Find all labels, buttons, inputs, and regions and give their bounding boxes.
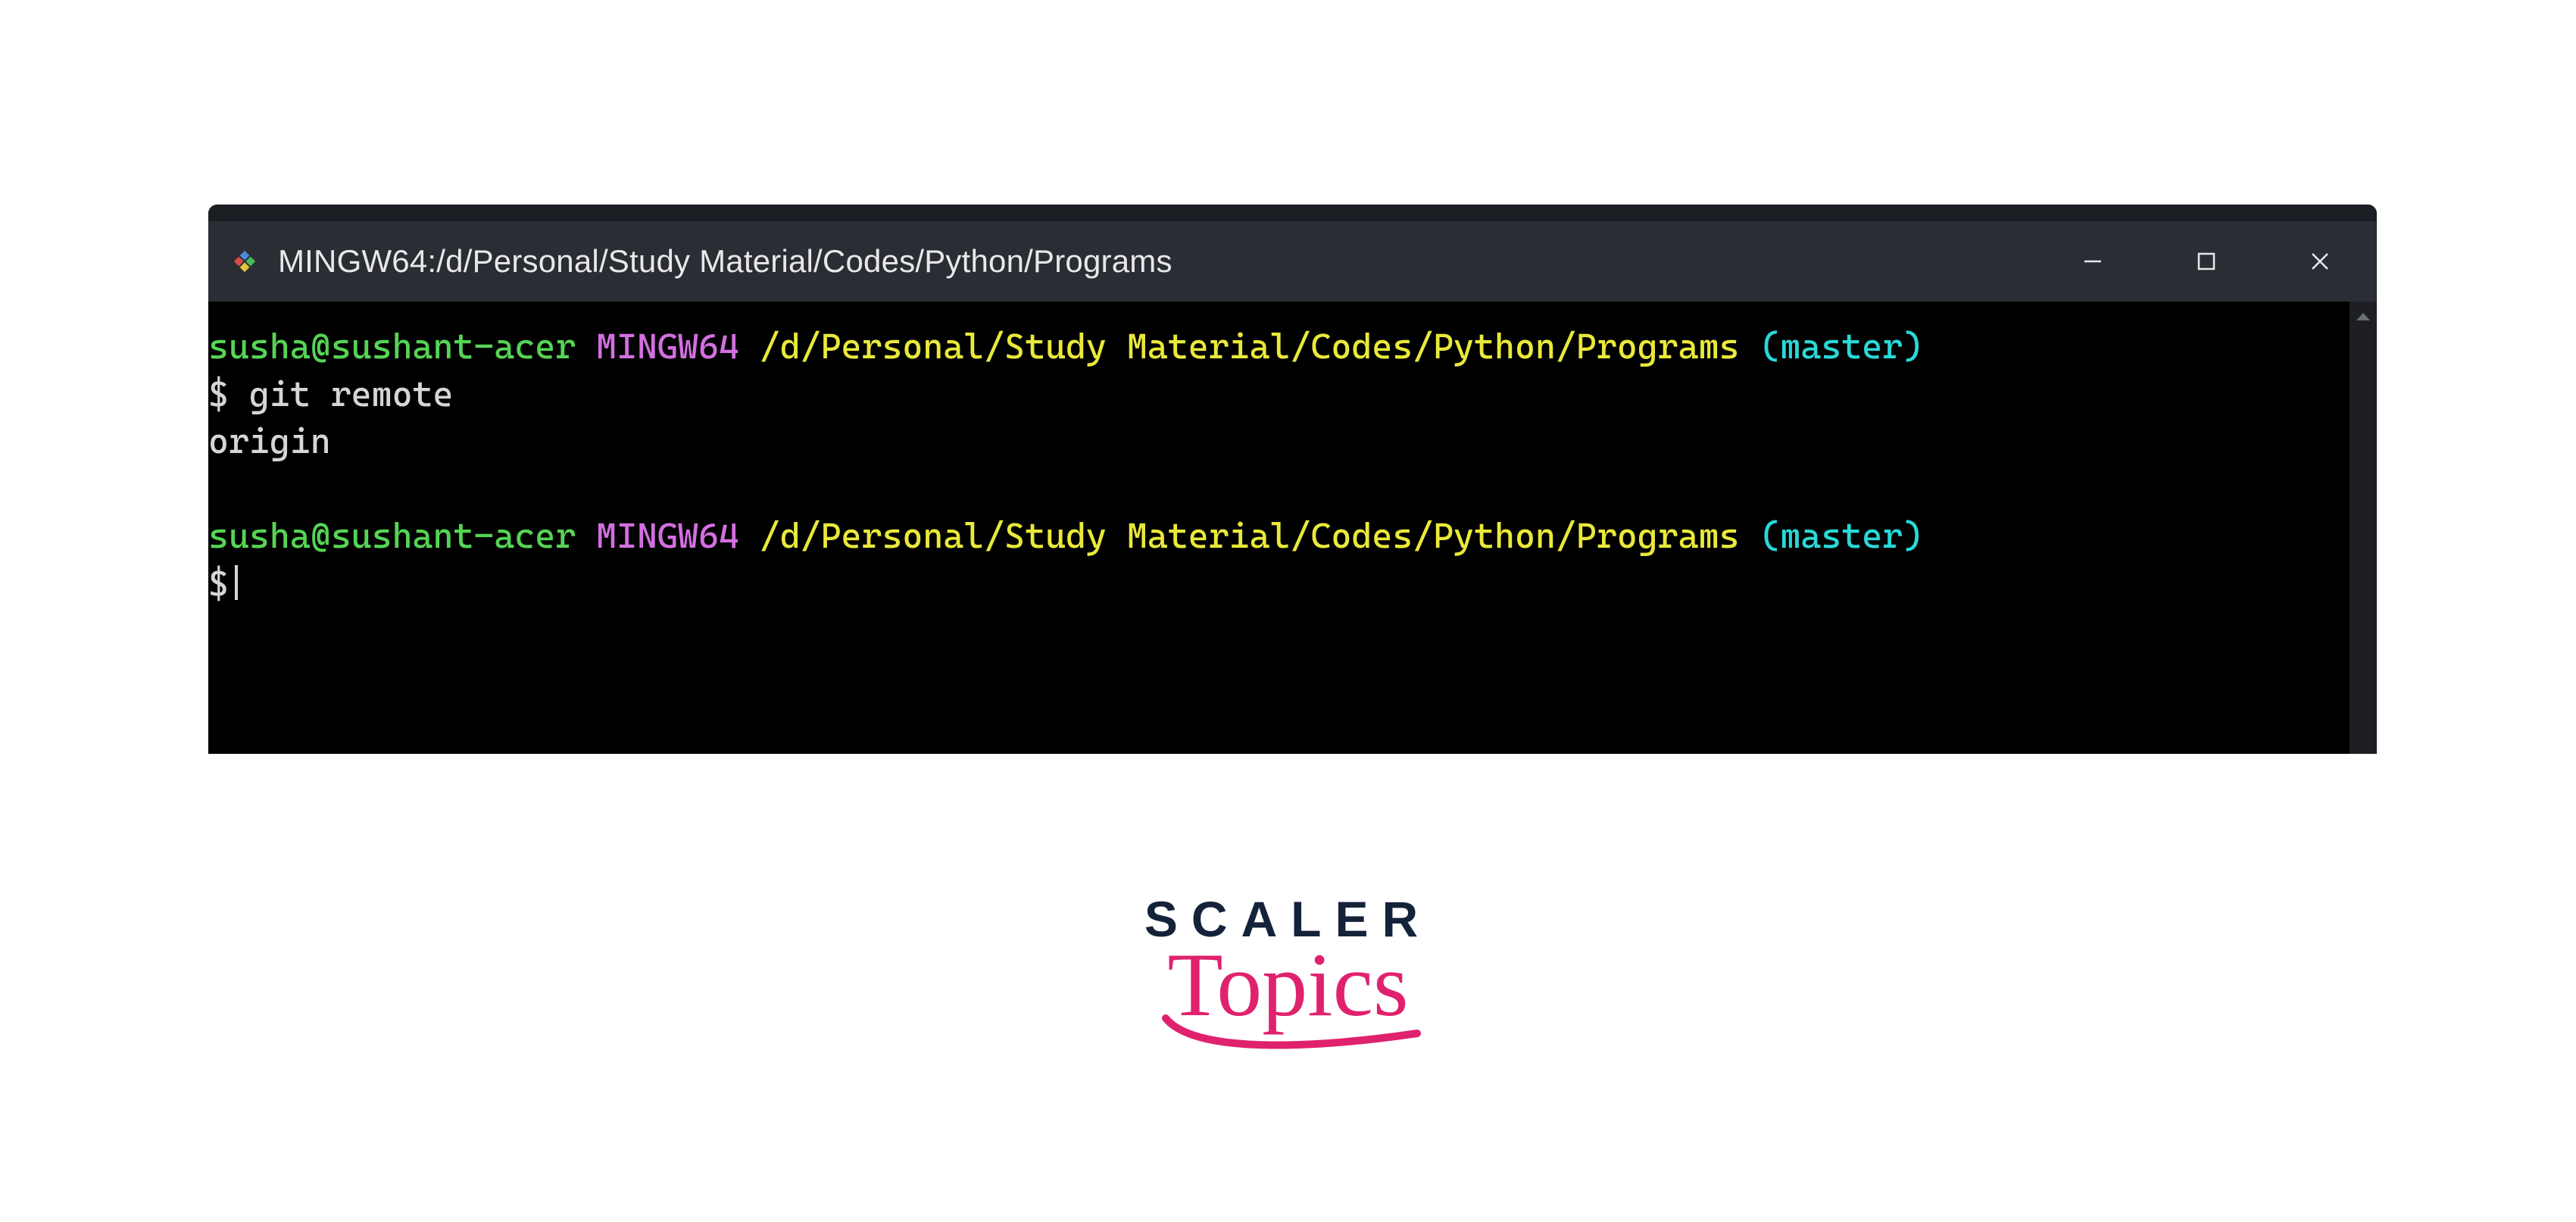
- prompt-user: susha@sushant-acer: [208, 515, 576, 556]
- scrollbar-track[interactable]: [2350, 302, 2377, 754]
- prompt-symbol: $: [208, 373, 229, 414]
- prompt-host: MINGW64: [596, 326, 739, 367]
- prompt-branch: (master): [1759, 515, 1923, 556]
- titlebar[interactable]: MINGW64:/d/Personal/Study Material/Codes…: [208, 221, 2377, 302]
- scroll-up-icon[interactable]: [2350, 306, 2377, 327]
- terminal-output[interactable]: susha@sushant-acer MINGW64 /d/Personal/S…: [208, 302, 2350, 754]
- window-controls: [2036, 221, 2377, 302]
- maximize-button[interactable]: [2150, 221, 2263, 302]
- output-1: origin: [208, 420, 331, 461]
- minimize-button[interactable]: [2036, 221, 2150, 302]
- brand-underline-icon: [1152, 1012, 1425, 1065]
- prompt-symbol: $: [208, 563, 229, 604]
- prompt-user: susha@sushant-acer: [208, 326, 576, 367]
- terminal-viewport: susha@sushant-acer MINGW64 /d/Personal/S…: [208, 302, 2377, 754]
- command-1: git remote: [249, 373, 454, 414]
- close-button[interactable]: [2263, 221, 2377, 302]
- prompt-path: /d/Personal/Study Material/Codes/Python/…: [760, 515, 1740, 556]
- prompt-branch: (master): [1759, 326, 1923, 367]
- text-cursor: [235, 565, 238, 600]
- window-title: MINGW64:/d/Personal/Study Material/Codes…: [278, 243, 2036, 280]
- tab-strip: [208, 205, 2377, 221]
- mingw-logo-icon: [229, 246, 260, 277]
- terminal-window: MINGW64:/d/Personal/Study Material/Codes…: [208, 205, 2377, 754]
- brand-logo: SCALER Topics: [1023, 894, 1553, 1045]
- prompt-path: /d/Personal/Study Material/Codes/Python/…: [760, 326, 1740, 367]
- prompt-host: MINGW64: [596, 515, 739, 556]
